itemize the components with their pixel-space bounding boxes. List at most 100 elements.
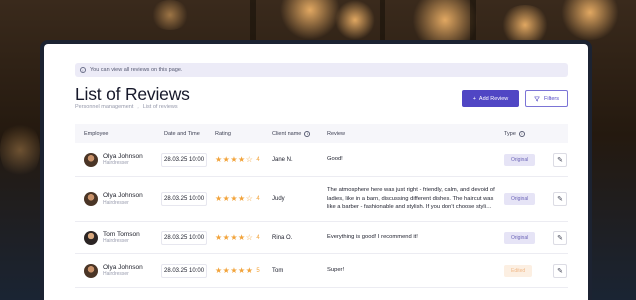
client-info-icon[interactable]: i [304, 130, 311, 137]
employee-role: Hairdresser [103, 271, 129, 278]
star-rating: ★ ★ ★ ★ ★ 5 [215, 265, 260, 275]
star-filled-icon: ★ [215, 154, 223, 164]
header-rating[interactable]: Rating [215, 124, 231, 143]
edit-cell: ✎ [553, 143, 567, 176]
header-review[interactable]: Review [327, 124, 345, 143]
info-icon: i [80, 67, 86, 73]
edit-review-button[interactable]: ✎ [553, 152, 567, 167]
type-cell: Original [504, 222, 536, 253]
review-text: Everything is good! I recommend it! [327, 234, 418, 241]
header-type[interactable]: Type i [504, 124, 525, 143]
rating-value: 5 [256, 267, 260, 274]
star-filled-icon: ★ [230, 265, 238, 275]
breadcrumb-item-reviews: List of reviews [142, 104, 178, 110]
date-value: 28.03.25 10:00 [161, 192, 208, 206]
review-cell: Good! [327, 143, 499, 176]
edit-review-button[interactable]: ✎ [553, 192, 567, 206]
star-filled-icon: ★ [230, 194, 238, 203]
employee-role: Hairdresser [103, 238, 129, 245]
star-empty-icon: ☆ [245, 154, 253, 164]
type-cell: Original [504, 143, 536, 176]
rating-value: 4 [256, 196, 260, 202]
add-review-button[interactable]: + Add Review [462, 90, 519, 107]
type-badge: Edited [504, 264, 533, 277]
avatar [84, 263, 98, 278]
table-row: Olya Johnson Hairdresser 28.03.25 10:00 ★ ★ ★… [75, 143, 568, 177]
employee-cell: Olya Johnson Hairdresser [84, 143, 143, 176]
header-rating-label: Rating [215, 130, 231, 137]
edit-review-button[interactable]: ✎ [553, 230, 567, 245]
date-cell: 28.03.25 10:00 [161, 254, 208, 287]
page-title: List of Reviews [75, 84, 190, 104]
date-cell: 28.03.25 10:00 [161, 143, 208, 176]
pencil-icon: ✎ [557, 196, 563, 203]
client-cell: Tom [272, 254, 283, 287]
star-filled-icon: ★ [245, 265, 253, 275]
rating-cell: ★ ★ ★ ★ ☆ 4 [215, 222, 260, 253]
type-cell: Original [504, 177, 536, 221]
type-info-icon[interactable]: i [518, 130, 525, 137]
header-review-label: Review [327, 130, 346, 137]
review-text: Good! [327, 156, 343, 163]
breadcrumb: Personnel management › List of reviews [75, 104, 178, 110]
edit-review-button[interactable]: ✎ [553, 263, 567, 278]
breadcrumb-item-personnel[interactable]: Personnel management [75, 104, 133, 110]
star-empty-icon: ☆ [245, 194, 253, 203]
star-filled-icon: ★ [222, 232, 230, 242]
date-value: 28.03.25 10:00 [161, 230, 208, 245]
filters-button[interactable]: Filters [525, 90, 568, 107]
header-client-label: Client name [272, 130, 302, 137]
client-name: Tom [272, 267, 284, 274]
date-cell: 28.03.25 10:00 [161, 177, 208, 221]
pencil-icon: ✎ [557, 234, 563, 242]
star-filled-icon: ★ [215, 194, 223, 203]
type-badge: Original [504, 153, 536, 166]
employee-role: Hairdresser [103, 199, 129, 206]
filters-label: Filters [544, 95, 559, 102]
review-cell: Everything is good! I recommend it! [327, 222, 499, 253]
rating-value: 4 [256, 156, 260, 163]
star-filled-icon: ★ [215, 265, 223, 275]
avatar [84, 152, 98, 167]
client-cell: Judy [272, 177, 285, 221]
pencil-icon: ✎ [557, 156, 563, 164]
edit-cell: ✎ [553, 254, 567, 287]
info-banner: i You can view all reviews on this page. [75, 63, 568, 77]
employee-role: Hairdresser [103, 160, 129, 167]
date-value: 28.03.25 10:00 [161, 263, 208, 278]
star-rating: ★ ★ ★ ★ ☆ 4 [215, 195, 260, 203]
star-filled-icon: ★ [238, 265, 246, 275]
breadcrumb-separator-icon: › [137, 104, 139, 110]
date-cell: 28.03.25 10:00 [161, 222, 208, 253]
header-employee[interactable]: Employee [84, 124, 108, 143]
avatar [84, 192, 98, 206]
star-filled-icon: ★ [230, 232, 238, 242]
review-text: Super! [327, 267, 345, 274]
table-row: Tom Tomson Hairdresser 28.03.25 10:00 ★ ★ ★ ★ ☆… [75, 222, 568, 254]
header-date[interactable]: Date and Time [164, 124, 200, 143]
filter-icon [534, 96, 540, 101]
rating-cell: ★ ★ ★ ★ ☆ 4 [215, 143, 260, 176]
employee-cell: Olya Johnson Hairdresser [84, 254, 143, 287]
edit-cell: ✎ [553, 222, 567, 253]
star-filled-icon: ★ [222, 154, 230, 164]
review-text: The atmosphere here was just right - fri… [327, 187, 495, 211]
client-name: Jane N. [272, 156, 293, 163]
add-review-label: Add Review [478, 95, 509, 102]
info-text: You can view all reviews on this page. [90, 67, 183, 73]
client-cell: Rina O. [272, 222, 292, 253]
client-name: Rina O. [272, 234, 293, 241]
table-row: Olya Johnson Hairdresser 28.03.25 10:00 ★ ★ ★… [75, 177, 568, 222]
plus-icon: + [472, 95, 476, 102]
star-filled-icon: ★ [222, 194, 230, 203]
date-value: 28.03.25 10:00 [161, 152, 208, 167]
header-client[interactable]: Client name i [272, 124, 311, 143]
header-employee-label: Employee [84, 130, 109, 137]
avatar [84, 230, 98, 245]
rating-cell: ★ ★ ★ ★ ☆ 4 [215, 177, 260, 221]
employee-name: Olya Johnson [103, 152, 143, 160]
type-badge: Original [504, 193, 536, 205]
star-filled-icon: ★ [215, 232, 223, 242]
employee-name: Tom Tomson [103, 230, 140, 238]
client-cell: Jane N. [272, 143, 293, 176]
